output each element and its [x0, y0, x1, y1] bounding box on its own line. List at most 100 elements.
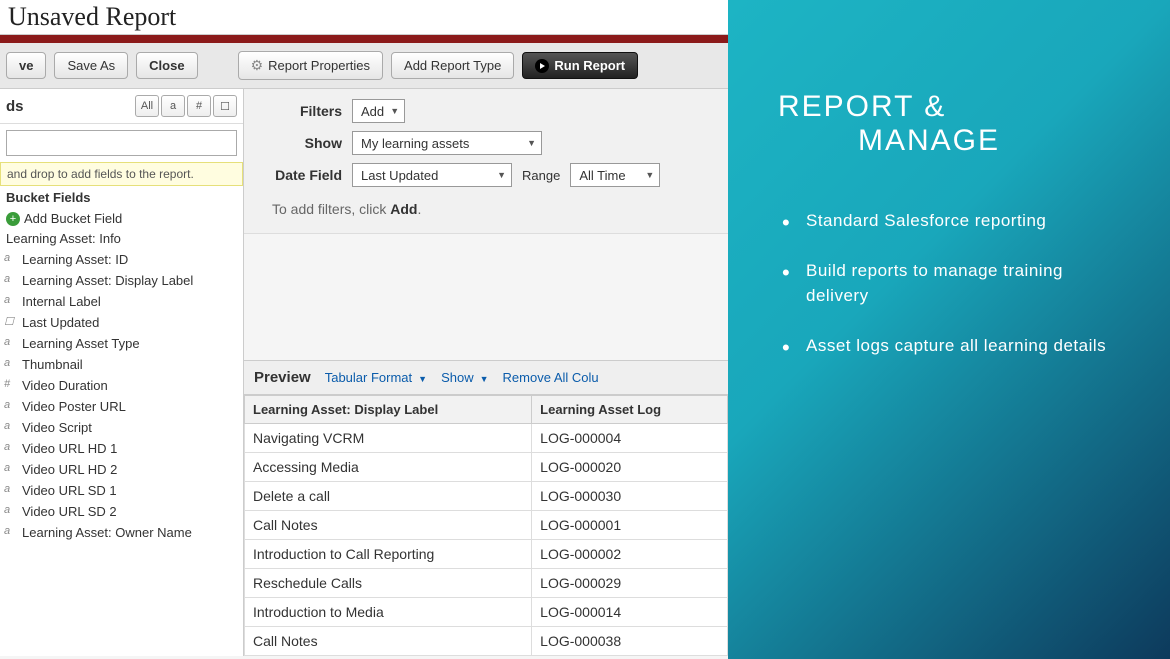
filter-text-button[interactable]: a [161, 95, 185, 117]
accent-bar [0, 35, 728, 43]
page-title: Unsaved Report [0, 0, 728, 35]
cell-asset-log: LOG-000002 [532, 540, 728, 569]
field-item[interactable]: a Video URL HD 1 [0, 438, 243, 459]
field-type-icon: a [4, 462, 10, 474]
close-button[interactable]: Close [136, 52, 197, 79]
cell-display-label: Delete a call [245, 482, 532, 511]
slide-bullets: Standard Salesforce reportingBuild repor… [778, 208, 1130, 358]
show-dropdown-preview[interactable]: Show [441, 370, 488, 385]
field-item[interactable]: aThumbnail [0, 354, 243, 375]
add-filter-dropdown[interactable]: Add [352, 99, 405, 123]
preview-title: Preview [254, 369, 311, 386]
field-type-icon: a [4, 525, 10, 537]
preview-table: Learning Asset: Display Label Learning A… [244, 395, 728, 656]
remove-all-columns-link[interactable]: Remove All Colu [503, 370, 599, 385]
cell-display-label: Introduction to Call Reporting [245, 540, 532, 569]
cell-asset-log: LOG-000020 [532, 453, 728, 482]
field-type-icon: a [4, 504, 10, 516]
field-item[interactable]: a Internal Label [0, 291, 243, 312]
table-row[interactable]: Call NotesLOG-000038 [245, 627, 728, 656]
field-item[interactable]: a Video URL SD 1 [0, 480, 243, 501]
sidebar-title: ds [6, 98, 24, 115]
field-item[interactable]: a Video URL HD 2 [0, 459, 243, 480]
slide-bullet: Asset logs capture all learning details [778, 333, 1130, 359]
format-dropdown[interactable]: Tabular Format [325, 370, 427, 385]
cell-asset-log: LOG-000029 [532, 569, 728, 598]
field-group-header: Learning Asset: Info [0, 228, 243, 249]
field-type-icon: a [4, 357, 10, 369]
field-label: Learning Asset: Display Label [22, 273, 193, 288]
filter-date-button[interactable]: ☐ [213, 95, 237, 117]
fields-sidebar: ds All a # ☐ and drop to add fields to t… [0, 89, 244, 656]
add-bucket-field-link[interactable]: + Add Bucket Field [0, 209, 243, 228]
table-row[interactable]: Accessing MediaLOG-000020 [245, 453, 728, 482]
toolbar: ve Save As Close ⚙Report Properties Add … [0, 43, 728, 89]
field-item[interactable]: aVideo Poster URL [0, 396, 243, 417]
preview-toolbar: Preview Tabular Format Show Remove All C… [244, 360, 728, 395]
save-button[interactable]: ve [6, 52, 46, 79]
cell-asset-log: LOG-000001 [532, 511, 728, 540]
field-item[interactable]: a Video URL SD 2 [0, 501, 243, 522]
range-dropdown[interactable]: All Time [570, 163, 660, 187]
table-row[interactable]: Introduction to MediaLOG-000014 [245, 598, 728, 627]
field-type-icon: ☐ [4, 315, 14, 328]
save-as-button[interactable]: Save As [54, 52, 128, 79]
filters-panel: Filters Add Show My learning assets Date… [244, 89, 728, 234]
field-item[interactable]: aVideo Script [0, 417, 243, 438]
quick-find-input[interactable] [6, 130, 237, 156]
filter-hint: To add filters, click Add. [256, 195, 716, 223]
field-item[interactable]: ☐ Last Updated [0, 312, 243, 333]
field-label: Video URL SD 1 [22, 483, 117, 498]
field-label: Learning Asset Type [22, 336, 140, 351]
field-item[interactable]: aLearning Asset Type [0, 333, 243, 354]
drag-hint: and drop to add fields to the report. [0, 162, 243, 186]
run-report-button[interactable]: Run Report [522, 52, 638, 79]
gear-icon: ⚙ [251, 57, 264, 74]
table-row[interactable]: Delete a callLOG-000030 [245, 482, 728, 511]
table-row[interactable]: Navigating VCRMLOG-000004 [245, 424, 728, 453]
field-label: Video URL HD 2 [22, 462, 117, 477]
field-label: Video Duration [22, 378, 108, 393]
cell-display-label: Call Notes [245, 627, 532, 656]
plus-icon: + [6, 212, 20, 226]
table-row[interactable]: Introduction to Call ReportingLOG-000002 [245, 540, 728, 569]
cell-display-label: Reschedule Calls [245, 569, 532, 598]
field-label: Internal Label [22, 294, 101, 309]
field-type-icon: a [4, 420, 10, 432]
cell-display-label: Accessing Media [245, 453, 532, 482]
slide-title: REPORT & MANAGE [778, 90, 1130, 158]
show-dropdown[interactable]: My learning assets [352, 131, 542, 155]
add-report-type-button[interactable]: Add Report Type [391, 52, 514, 79]
main-area: Filters Add Show My learning assets Date… [244, 89, 728, 656]
date-field-dropdown[interactable]: Last Updated [352, 163, 512, 187]
col-header-asset-log[interactable]: Learning Asset Log [532, 396, 728, 424]
field-item[interactable]: a Learning Asset: ID [0, 249, 243, 270]
field-label: Last Updated [22, 315, 99, 330]
field-item[interactable]: a Learning Asset: Display Label [0, 270, 243, 291]
bucket-fields-header: Bucket Fields [0, 186, 243, 209]
table-row[interactable]: Reschedule CallsLOG-000029 [245, 569, 728, 598]
field-type-filter: All a # ☐ [135, 95, 237, 117]
field-type-icon: a [4, 273, 10, 285]
field-label: Video URL SD 2 [22, 504, 117, 519]
field-type-icon: a [4, 294, 10, 306]
filter-all-button[interactable]: All [135, 95, 159, 117]
play-icon [535, 59, 549, 73]
col-header-display-label[interactable]: Learning Asset: Display Label [245, 396, 532, 424]
field-label: Learning Asset: ID [22, 252, 128, 267]
report-properties-button[interactable]: ⚙Report Properties [238, 51, 383, 80]
field-type-icon: a [4, 252, 10, 264]
cell-asset-log: LOG-000030 [532, 482, 728, 511]
table-row[interactable]: Call NotesLOG-000001 [245, 511, 728, 540]
range-label: Range [522, 168, 560, 183]
field-label: Video URL HD 1 [22, 441, 117, 456]
filter-number-button[interactable]: # [187, 95, 211, 117]
cell-asset-log: LOG-000004 [532, 424, 728, 453]
field-type-icon: a [4, 441, 10, 453]
field-item[interactable]: #Video Duration [0, 375, 243, 396]
filters-label: Filters [256, 103, 342, 119]
cell-asset-log: LOG-000014 [532, 598, 728, 627]
field-type-icon: a [4, 483, 10, 495]
field-item[interactable]: aLearning Asset: Owner Name [0, 522, 243, 543]
slide-panel: REPORT & MANAGE Standard Salesforce repo… [728, 0, 1170, 659]
